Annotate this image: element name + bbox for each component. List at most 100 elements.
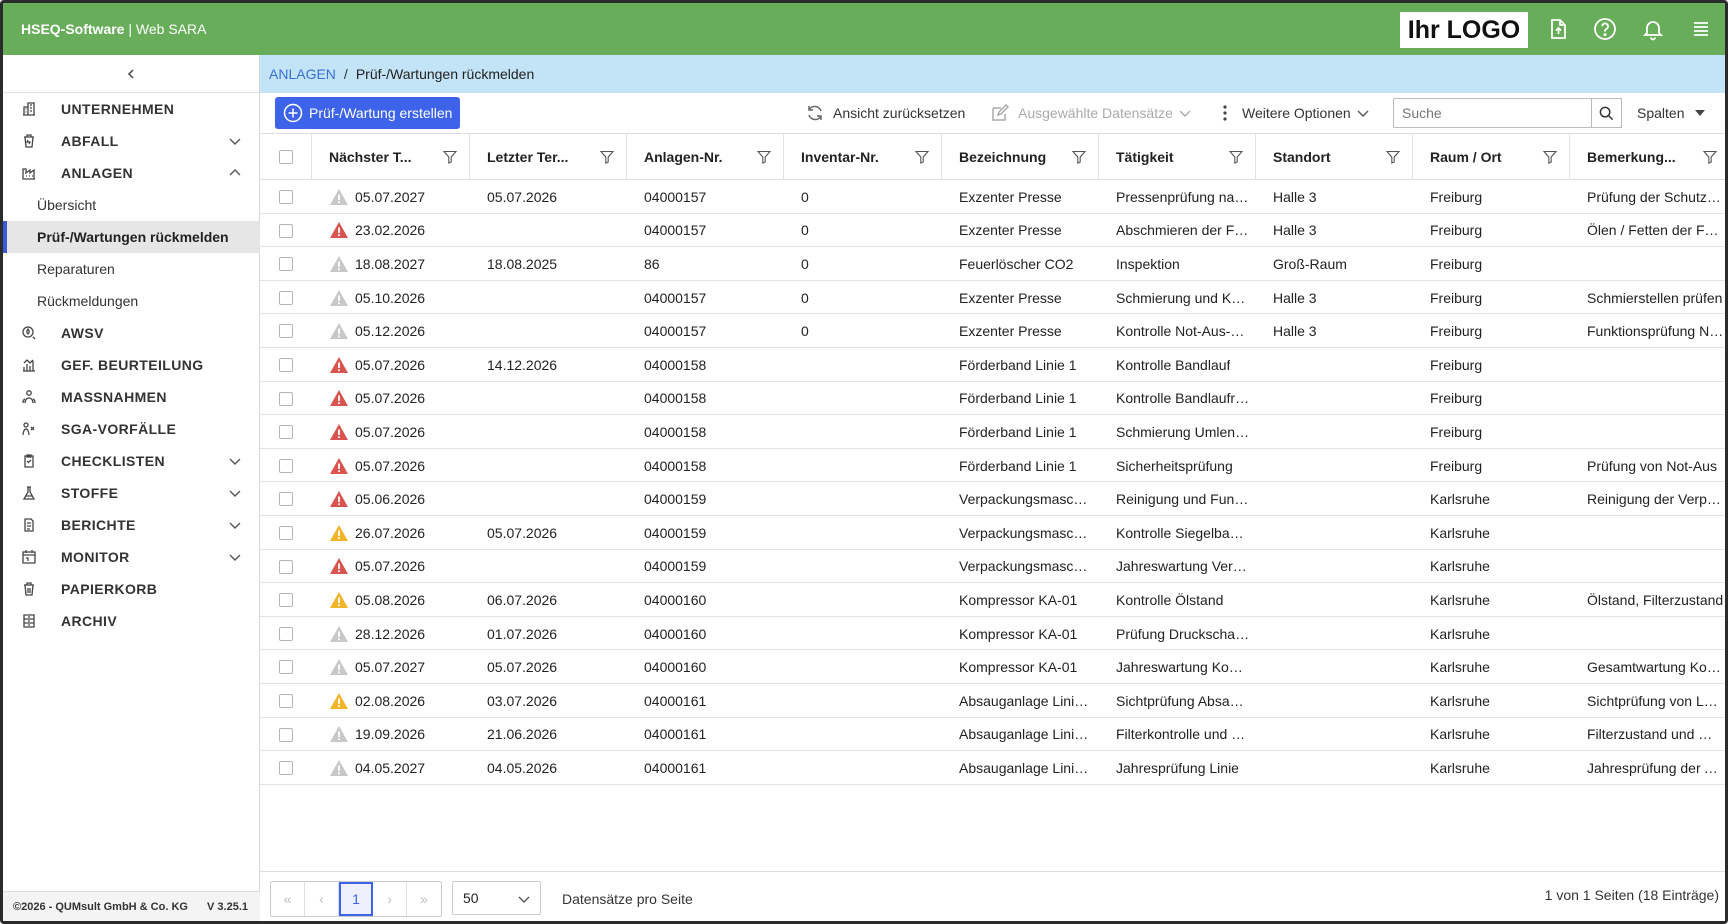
row-checkbox[interactable] [279,492,293,507]
filter-icon[interactable] [915,150,929,164]
table-row[interactable]: 05.07.2027 05.07.2026 04000157 0 Exzenter Pr… [260,180,1725,214]
filter-icon[interactable] [1543,150,1557,164]
table-row[interactable]: 05.07.2027 05.07.2026 04000160 Kompressor K… [260,650,1725,684]
table-row[interactable]: 05.07.2026 04000158 Förderband Linie 1 Kont… [260,382,1725,416]
table-row[interactable]: 04.05.2027 04.05.2026 04000161 Absauganlage… [260,751,1725,785]
filter-icon[interactable] [443,150,457,164]
sidebar-item-stoffe[interactable]: STOFFE [3,477,260,509]
breadcrumb-link-anlagen[interactable]: ANLAGEN [269,66,336,82]
selected-records-button[interactable]: Ausgewählte Datensätze [990,103,1191,123]
row-checkbox[interactable] [279,626,293,641]
row-checkbox[interactable] [279,526,293,540]
row-checkbox[interactable] [279,223,293,238]
table-row[interactable]: 05.07.2026 04000158 Förderband Linie 1 Schm… [260,415,1725,449]
row-checkbox[interactable] [279,391,293,406]
row-checkbox[interactable] [279,290,293,305]
sidebar-item-awsv[interactable]: AWSV [3,317,260,349]
warning-icon [330,457,348,474]
cell-next-date: 28.12.2026 [312,617,464,651]
row-checkbox[interactable] [279,358,293,372]
sidebar-item-anlagen[interactable]: ANLAGEN [3,157,260,189]
sidebar-collapse-button[interactable] [3,55,259,93]
last-page-button[interactable]: » [407,882,441,916]
prev-page-button[interactable]: ‹ [305,882,339,916]
filter-icon[interactable] [1229,150,1243,164]
filter-icon[interactable] [1072,150,1086,164]
sidebar-item-berichte[interactable]: BERICHTE [3,509,260,541]
search-input[interactable] [1393,98,1592,128]
table-row[interactable]: 05.12.2026 04000157 0 Exzenter Presse Kontro… [260,314,1725,348]
row-checkbox[interactable] [279,694,293,708]
select-all-checkbox[interactable] [279,150,293,164]
row-checkbox[interactable] [279,761,293,776]
create-maintenance-button[interactable]: Prüf-/Wartung erstellen [275,97,460,129]
cell-raum-ort: Karlsruhe [1413,617,1564,651]
search-button[interactable] [1591,98,1622,128]
sidebar-item-monitor[interactable]: MONITOR [3,541,260,573]
table-row[interactable]: 05.10.2026 04000157 0 Exzenter Presse Schmie… [260,281,1725,315]
grid-header: Nächster T... Letzter Ter... Anlagen-Nr. In… [260,134,1725,180]
table-row[interactable]: 28.12.2026 01.07.2026 04000160 Kompressor K… [260,617,1725,651]
column-header-anlage-nr[interactable]: Anlagen-Nr. [627,134,784,180]
help-icon[interactable] [1593,17,1617,41]
app-window: HSEQ-Software | Web SARA Ihr LOGO UNTERN… [0,0,1728,924]
sidebar-item-papierkorb[interactable]: PAPIERKORB [3,573,260,605]
cell-text: Verpackungsmaschine [959,491,1093,508]
cell-text: 05.07.2026 [487,524,558,541]
sidebar-item-archiv[interactable]: ARCHIV [3,605,260,637]
cell-bezeichnung: Feuerlöscher CO2 [942,247,1093,281]
bell-icon[interactable] [1641,17,1665,41]
menu-icon[interactable] [1689,17,1713,41]
row-checkbox[interactable] [279,458,293,473]
row-checkbox[interactable] [279,727,293,742]
table-row[interactable]: 02.08.2026 03.07.2026 04000161 Absauganlage… [260,684,1725,718]
page-button-current[interactable]: 1 [339,882,373,916]
sidebar-subitem-rueckmeldungen[interactable]: Rückmeldungen [3,285,260,317]
sidebar-subitem-uebersicht[interactable]: Übersicht [3,189,260,221]
filter-icon[interactable] [757,150,771,164]
first-page-button[interactable]: « [271,882,305,916]
table-row[interactable]: 05.08.2026 06.07.2026 04000160 Kompressor K… [260,583,1725,617]
column-header-raum-ort[interactable]: Raum / Ort [1413,134,1570,180]
filter-icon[interactable] [1703,150,1717,164]
table-row[interactable]: 19.09.2026 21.06.2026 04000161 Absauganlage… [260,718,1725,752]
column-header-bemerkung[interactable]: Bemerkung... [1570,134,1725,180]
column-header-standort[interactable]: Standort [1256,134,1413,180]
columns-button[interactable]: Spalten [1637,103,1706,123]
table-row[interactable]: 18.08.2027 18.08.2025 86 0 Feuerlöscher CO2 I… [260,247,1725,281]
column-header-last-date[interactable]: Letzter Ter... [470,134,627,180]
filter-icon[interactable] [600,150,614,164]
column-header-inventar-nr[interactable]: Inventar-Nr. [784,134,942,180]
page-size-select[interactable]: 50 [452,881,541,915]
sidebar-item-unternehmen[interactable]: UNTERNEHMEN [3,93,260,125]
table-row[interactable]: 23.02.2026 04000157 0 Exzenter Presse Abschm… [260,214,1725,248]
row-checkbox[interactable] [279,660,293,675]
next-page-button[interactable]: › [373,882,407,916]
cell-text: Karlsruhe [1430,625,1490,642]
row-checkbox[interactable] [279,559,293,574]
column-header-taetigkeit[interactable]: Tätigkeit [1099,134,1256,180]
sidebar-item-abfall[interactable]: ABFALL [3,125,260,157]
row-checkbox[interactable] [279,593,293,608]
column-header-next-date[interactable]: Nächster T... [312,134,470,180]
table-row[interactable]: 26.07.2026 05.07.2026 04000159 Verpackungsm… [260,516,1725,550]
reset-view-button[interactable]: Ansicht zurücksetzen [805,103,965,123]
sidebar-item-sga-vorfaelle[interactable]: SGA-VORFÄLLE [3,413,260,445]
filter-icon[interactable] [1386,150,1400,164]
row-checkbox[interactable] [279,425,293,440]
row-checkbox[interactable] [279,257,293,272]
sidebar-item-checklisten[interactable]: CHECKLISTEN [3,445,260,477]
table-row[interactable]: 05.07.2026 14.12.2026 04000158 Förderband L… [260,348,1725,382]
sidebar-item-gef-beurteilung[interactable]: GEF. BEURTEILUNG [3,349,260,381]
column-header-bezeichnung[interactable]: Bezeichnung [942,134,1099,180]
table-row[interactable]: 05.07.2026 04000158 Förderband Linie 1 Sich… [260,449,1725,483]
row-checkbox[interactable] [279,190,293,204]
more-options-button[interactable]: Weitere Optionen [1222,103,1369,123]
table-row[interactable]: 05.07.2026 04000159 Verpackungsmaschine Jah… [260,550,1725,584]
sidebar-subitem-pruef-wartungen[interactable]: Prüf-/Wartungen rückmelden [3,221,260,253]
table-row[interactable]: 05.06.2026 04000159 Verpackungsmaschine Rei… [260,482,1725,516]
row-checkbox[interactable] [279,324,293,339]
sidebar-subitem-reparaturen[interactable]: Reparaturen [3,253,260,285]
file-upload-icon[interactable] [1546,17,1570,41]
sidebar-item-massnahmen[interactable]: MASSNAHMEN [3,381,260,413]
